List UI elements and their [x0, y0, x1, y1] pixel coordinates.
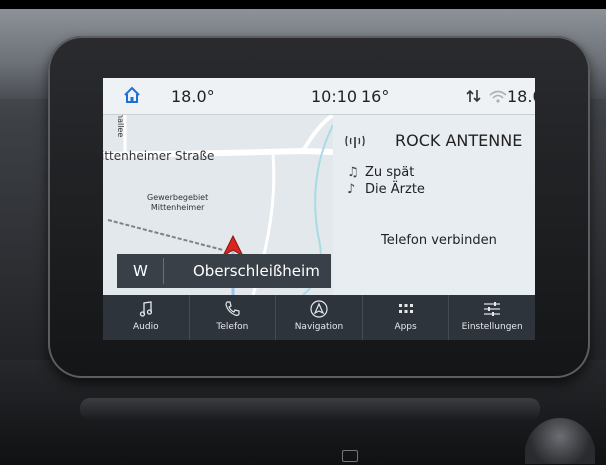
track-title: Zu spät	[365, 165, 415, 180]
bottom-navigation-bar: Audio Telefon Navigation Apps Einstellun…	[103, 295, 535, 340]
home-icon[interactable]	[123, 86, 141, 104]
nav-apps[interactable]: Apps	[363, 295, 450, 340]
navigation-icon	[310, 300, 328, 318]
apps-grid-icon	[397, 300, 415, 318]
location-divider	[163, 258, 164, 284]
media-panel[interactable]: ROCK ANTENNE ♫ Zu spät ♪ Die Ärzte Telefon…	[333, 115, 535, 295]
map-street-label: ittenheimer Straße	[103, 149, 215, 163]
nav-navigation[interactable]: Navigation	[276, 295, 363, 340]
nav-telefon-label: Telefon	[216, 322, 249, 332]
current-location-bar[interactable]: W Oberschleißheim	[117, 254, 331, 288]
nav-audio-label: Audio	[133, 322, 159, 332]
station-name: ROCK ANTENNE	[395, 131, 523, 150]
nav-apps-label: Apps	[394, 322, 417, 332]
clock-time: 10:10	[311, 87, 358, 106]
map-area-label: Gewerbegebiet Mittenheimer	[147, 193, 208, 213]
map-area-label-line1: Gewerbegebiet	[147, 193, 209, 202]
phone-connect-button[interactable]: Telefon verbinden	[381, 233, 497, 248]
outside-temperature: 16°	[361, 87, 390, 106]
heading-direction: W	[133, 262, 148, 280]
status-bar: 18.0° 10:10 16° 18.0°	[103, 78, 535, 115]
wifi-icon	[488, 88, 508, 104]
radio-antenna-icon	[345, 133, 365, 149]
nav-einstellungen-label: Einstellungen	[461, 322, 523, 332]
nav-audio[interactable]: Audio	[103, 295, 190, 340]
phone-icon	[223, 300, 241, 318]
track-title-row: ♫ Zu spät	[347, 165, 414, 180]
dashboard-trim	[80, 398, 540, 420]
nav-einstellungen[interactable]: Einstellungen	[449, 295, 535, 340]
artist-icon: ♪	[347, 182, 356, 197]
map-area-label-line2: Mittenheimer	[150, 203, 205, 212]
settings-sliders-icon	[483, 300, 501, 318]
map-vertical-street-label: nallee	[116, 115, 125, 138]
infotainment-screen: 18.0° 10:10 16° 18.0°	[103, 78, 535, 340]
current-location-name: Oberschleißheim	[193, 262, 320, 280]
artist-row: ♪ Die Ärzte	[347, 182, 425, 197]
driver-temperature[interactable]: 18.0°	[171, 87, 215, 106]
artist-name: Die Ärzte	[365, 182, 425, 197]
nav-telefon[interactable]: Telefon	[190, 295, 277, 340]
music-note-icon: ♫	[347, 165, 359, 180]
passenger-temperature[interactable]: 18.0°	[507, 87, 535, 106]
nav-navigation-label: Navigation	[294, 322, 344, 332]
signal-arrows-icon	[465, 88, 483, 104]
top-black-strip	[0, 0, 606, 9]
usb-port-icon	[342, 450, 358, 462]
music-note-icon	[137, 300, 155, 318]
